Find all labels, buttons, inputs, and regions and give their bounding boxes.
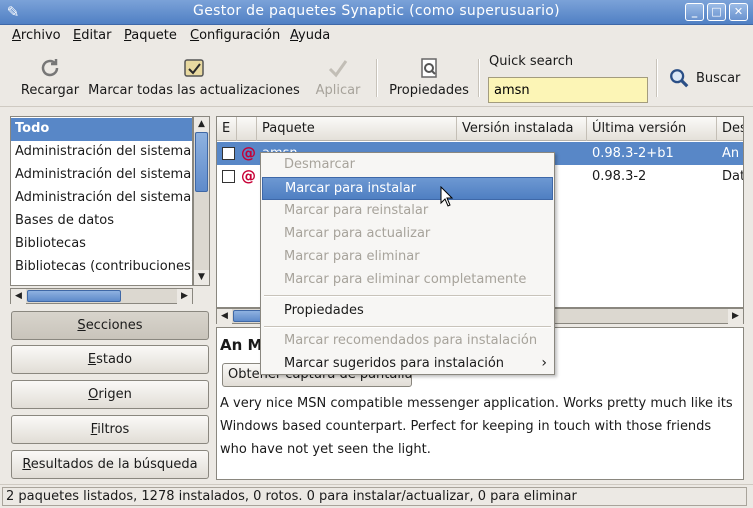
scroll-left-icon[interactable]: ◀ bbox=[217, 309, 232, 324]
upgrade-icon bbox=[184, 59, 204, 77]
quick-search-input[interactable] bbox=[488, 77, 648, 103]
scroll-right-icon[interactable]: ▶ bbox=[177, 289, 192, 304]
menu-item-mark-purge[interactable]: Marcar para eliminar completamente bbox=[262, 269, 553, 292]
table-header: E Paquete Versión instalada Última versi… bbox=[217, 117, 743, 141]
menu-ayuda[interactable]: Ayuda bbox=[290, 28, 330, 43]
check-icon bbox=[328, 60, 348, 78]
latest-version: 0.98.3-2 bbox=[592, 169, 647, 184]
category-item[interactable]: Bibliotecas (contribuciones) bbox=[11, 256, 192, 279]
status-checkbox[interactable] bbox=[222, 170, 235, 183]
description-line: who have not yet seen the light. bbox=[220, 442, 431, 457]
menu-item-mark-recommends[interactable]: Marcar recomendados para instalación bbox=[262, 330, 553, 353]
category-list: Todo Administración del sistema Administ… bbox=[10, 116, 193, 286]
mouse-cursor-icon bbox=[440, 186, 454, 207]
maximize-button[interactable]: □ bbox=[707, 3, 726, 21]
status-bar: 2 paquetes listados, 1278 instalados, 0 … bbox=[0, 484, 753, 508]
context-menu: Desmarcar Marcar para instalar Marcar pa… bbox=[260, 152, 555, 375]
scroll-right-icon[interactable]: ▶ bbox=[728, 309, 743, 324]
mark-all-upgrades-button[interactable]: Marcar todas las actualizaciones bbox=[88, 49, 300, 105]
search-icon bbox=[670, 69, 689, 88]
scroll-left-icon[interactable]: ◀ bbox=[11, 289, 26, 304]
menu-archivo[interactable]: Archivo bbox=[12, 28, 61, 43]
menu-item-mark-reinstall[interactable]: Marcar para reinstalar bbox=[262, 200, 553, 223]
debian-icon: @ bbox=[241, 144, 256, 162]
origin-button[interactable]: Origen bbox=[11, 380, 209, 409]
scroll-up-icon[interactable]: ▲ bbox=[194, 117, 209, 132]
status-checkbox[interactable] bbox=[222, 147, 235, 160]
menu-item-label: Marcar sugeridos para instalación bbox=[284, 356, 505, 371]
menu-item-mark-suggests[interactable]: Marcar sugeridos para instalación › bbox=[262, 353, 553, 376]
scroll-down-icon[interactable]: ▼ bbox=[194, 270, 209, 285]
column-header-description[interactable]: Descripción bbox=[717, 117, 743, 141]
minimize-button[interactable]: _ bbox=[685, 3, 704, 21]
menu-item-mark-install[interactable]: Marcar para instalar bbox=[262, 177, 553, 200]
menu-editar[interactable]: Editar bbox=[73, 28, 112, 43]
menu-paquete[interactable]: Paquete bbox=[124, 28, 177, 43]
category-vertical-scrollbar[interactable]: ▲ ▼ bbox=[193, 116, 210, 286]
column-header-installed-version[interactable]: Versión instalada bbox=[457, 117, 587, 141]
sections-button[interactable]: Secciones bbox=[11, 311, 209, 340]
toolbar-separator bbox=[376, 59, 378, 97]
category-item-todo[interactable]: Todo bbox=[11, 118, 192, 141]
category-item[interactable]: Administración del sistema bbox=[11, 141, 192, 164]
scroll-thumb[interactable] bbox=[27, 290, 121, 302]
search-results-button[interactable]: Resultados de la búsqueda bbox=[11, 450, 209, 479]
category-item[interactable]: Bibliotecas bbox=[11, 233, 192, 256]
category-item[interactable]: Bases de datos bbox=[11, 210, 192, 233]
package-description: Data files for aMSN bbox=[722, 169, 743, 184]
column-header-status[interactable]: E bbox=[217, 117, 237, 141]
properties-button[interactable]: Propiedades bbox=[388, 49, 470, 105]
quick-search-label: Quick search bbox=[489, 54, 574, 69]
menu-bar: Archivo Editar Paquete Configuración Ayu… bbox=[0, 25, 753, 49]
category-horizontal-scrollbar[interactable]: ◀ ▶ bbox=[10, 288, 193, 304]
reload-icon bbox=[41, 59, 59, 77]
package-description: An MSN messenger clone bbox=[722, 146, 743, 161]
description-line: Windows based counterpart. Perfect for k… bbox=[220, 419, 712, 434]
apply-button[interactable]: Aplicar bbox=[312, 49, 364, 105]
toolbar-separator bbox=[478, 59, 480, 97]
reload-button[interactable]: Recargar bbox=[18, 49, 82, 105]
scroll-thumb[interactable] bbox=[195, 132, 208, 192]
toolbar-separator bbox=[656, 59, 658, 97]
menu-item-mark-remove[interactable]: Marcar para eliminar bbox=[262, 246, 553, 269]
window-title: Gestor de paquetes Synaptic (como superu… bbox=[193, 3, 560, 19]
properties-icon bbox=[421, 58, 437, 78]
menu-item-mark-upgrade[interactable]: Marcar para actualizar bbox=[262, 223, 553, 246]
toolbar: Recargar Marcar todas las actualizacione… bbox=[0, 49, 753, 107]
latest-version: 0.98.3-2+b1 bbox=[592, 146, 674, 161]
menu-item-properties[interactable]: Propiedades bbox=[262, 300, 553, 323]
menu-configuracion[interactable]: Configuración bbox=[190, 28, 280, 43]
search-button[interactable]: Buscar bbox=[668, 65, 748, 93]
debian-icon: @ bbox=[241, 167, 256, 185]
menu-separator bbox=[264, 295, 551, 297]
status-text: 2 paquetes listados, 1278 instalados, 0 … bbox=[2, 487, 747, 506]
category-item[interactable]: Administración del sistema bbox=[11, 187, 192, 210]
chevron-right-icon: › bbox=[541, 355, 547, 371]
menu-item-unmark[interactable]: Desmarcar bbox=[262, 154, 553, 177]
category-item[interactable]: Administración del sistema bbox=[11, 164, 192, 187]
filters-button[interactable]: Filtros bbox=[11, 415, 209, 444]
status-button[interactable]: Estado bbox=[11, 345, 209, 374]
menu-separator bbox=[264, 326, 551, 328]
title-bar[interactable]: ✎ Gestor de paquetes Synaptic (como supe… bbox=[0, 0, 753, 25]
column-header-latest-version[interactable]: Última versión bbox=[587, 117, 717, 141]
close-button[interactable]: ✕ bbox=[729, 3, 748, 21]
column-header-package[interactable]: Paquete bbox=[257, 117, 457, 141]
description-line: A very nice MSN compatible messenger app… bbox=[220, 396, 733, 411]
column-header-support[interactable] bbox=[237, 117, 257, 141]
